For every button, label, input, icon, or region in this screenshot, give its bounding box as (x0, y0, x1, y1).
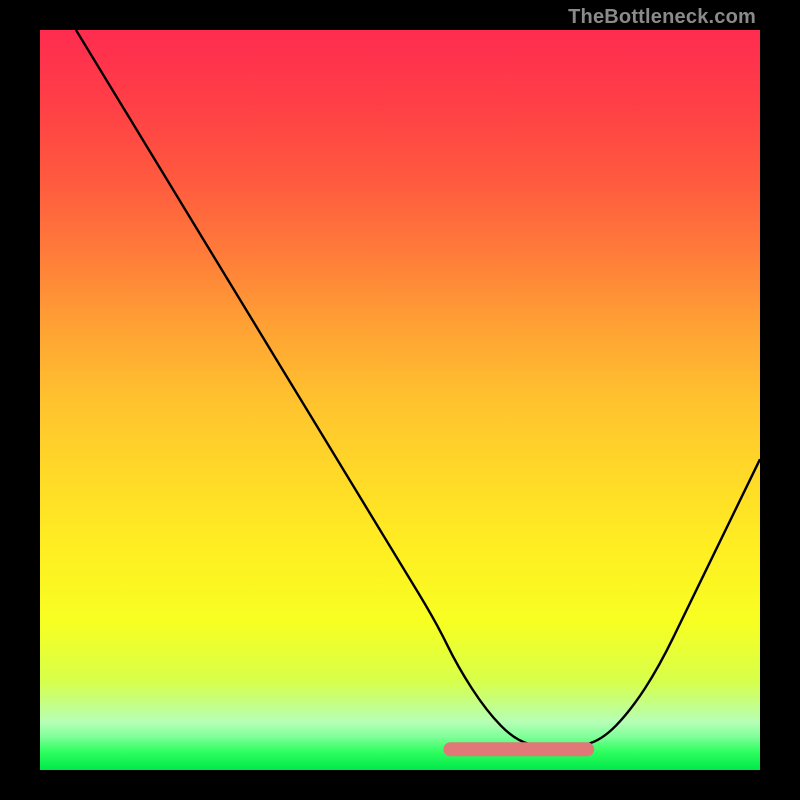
chart-stage: TheBottleneck.com (0, 0, 800, 800)
watermark-text: TheBottleneck.com (568, 6, 756, 29)
curve-layer (40, 30, 760, 770)
bottleneck-curve (76, 30, 760, 748)
plot-area (40, 30, 760, 770)
